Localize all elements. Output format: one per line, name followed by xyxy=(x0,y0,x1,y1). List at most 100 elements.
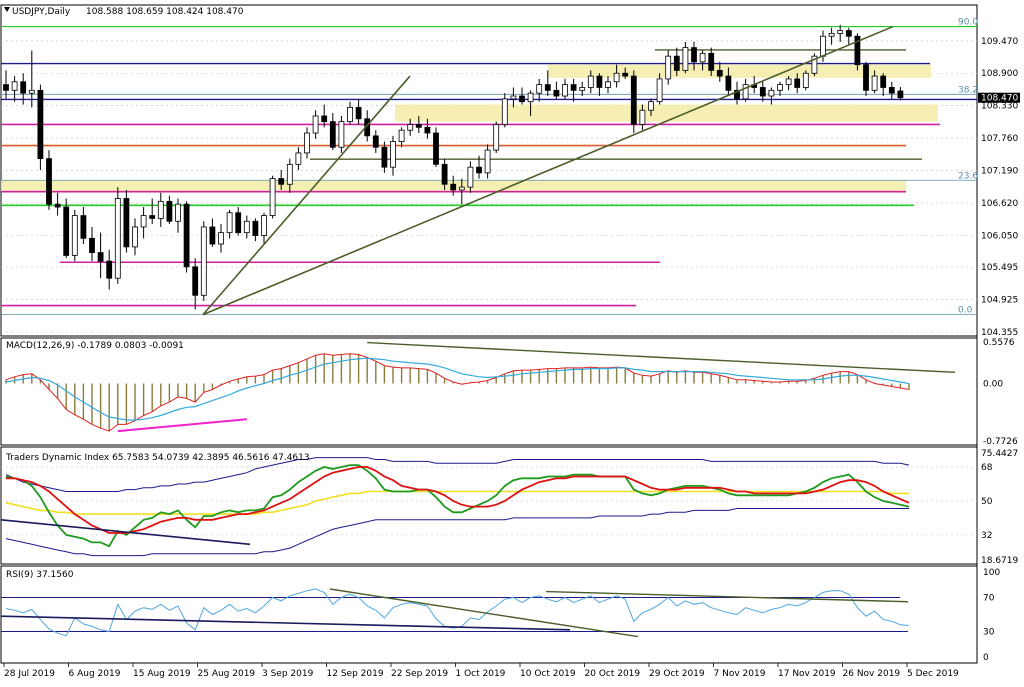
bull-candle xyxy=(501,98,508,125)
bull-candle xyxy=(286,163,293,185)
price-tick-label: 104.925 xyxy=(981,296,1018,306)
fibo-label: 0.0 xyxy=(958,306,973,316)
date-tick-label: 22 Sep 2019 xyxy=(391,669,448,679)
bear-candle xyxy=(46,158,52,205)
bear-candle xyxy=(708,52,715,71)
bear-candle xyxy=(888,87,895,94)
fibo-label: 90.0 xyxy=(958,18,978,28)
bull-candle xyxy=(871,75,878,91)
tdi-tick-label: 75.4427 xyxy=(981,449,1018,459)
bull-candle xyxy=(587,75,594,88)
date-tick-label: 25 Aug 2019 xyxy=(198,669,256,679)
fibo-label: 23.6 xyxy=(958,171,978,181)
last-price-label: 108.470 xyxy=(981,94,1018,104)
bear-candle xyxy=(544,84,551,91)
bull-candle xyxy=(390,141,396,168)
bull-candle xyxy=(802,72,809,88)
tdi-tick-label: 32 xyxy=(981,531,992,541)
bear-candle xyxy=(329,121,336,148)
price-tick-label: 109.470 xyxy=(981,37,1018,47)
date-tick-label: 3 Sep 2019 xyxy=(262,669,314,679)
bull-candle xyxy=(140,215,147,228)
bear-candle xyxy=(519,95,525,103)
bull-candle xyxy=(114,198,121,279)
bull-candle xyxy=(28,89,35,94)
bear-candle xyxy=(424,126,431,134)
date-tick-label: 6 Aug 2019 xyxy=(69,669,121,679)
bull-candle xyxy=(226,212,233,234)
tdi-tick-label: 50 xyxy=(981,497,993,507)
resistance-zone-mid xyxy=(395,104,938,122)
bear-candle xyxy=(759,87,766,97)
bear-candle xyxy=(149,215,156,219)
bull-candle xyxy=(768,89,775,97)
price-tick-label: 106.050 xyxy=(981,231,1018,241)
bear-candle xyxy=(63,206,70,256)
bull-candle xyxy=(656,78,663,103)
bull-candle xyxy=(71,215,78,256)
rsi-tick-label: 70 xyxy=(983,594,995,604)
rsi-tick-label: 0 xyxy=(983,653,989,663)
bear-candle xyxy=(725,75,732,91)
bear-candle xyxy=(794,78,801,88)
bull-candle xyxy=(11,81,18,91)
bear-candle xyxy=(123,198,130,248)
symbol-header: USDJPY,Daily 108.588 108.659 108.424 108… xyxy=(4,7,244,17)
date-tick-label: 28 Jul 2019 xyxy=(4,669,55,679)
bull-candle xyxy=(510,95,517,100)
bear-candle xyxy=(716,69,723,77)
fibo-label: 38.2 xyxy=(958,85,978,95)
bear-candle xyxy=(553,89,560,97)
bear-candle xyxy=(80,215,87,239)
bull-candle xyxy=(243,220,250,234)
price-tick-label: 108.900 xyxy=(981,69,1018,79)
bear-candle xyxy=(476,166,482,174)
bear-candle xyxy=(415,124,422,128)
bull-candle xyxy=(536,84,543,94)
tdi-tick-label: 18.6719 xyxy=(981,556,1018,566)
bear-candle xyxy=(192,266,199,296)
bear-candle xyxy=(441,163,448,185)
date-tick-label: 20 Oct 2019 xyxy=(585,669,641,679)
bull-candle xyxy=(132,226,138,248)
bear-candle xyxy=(433,132,439,165)
bull-candle xyxy=(175,203,181,222)
bull-candle xyxy=(458,186,465,191)
bull-candle xyxy=(777,84,783,91)
chart-canvas[interactable]: 90.038.223.60.0 109.470108.900108.330107… xyxy=(0,0,1024,683)
bear-candle xyxy=(622,72,629,77)
bull-candle xyxy=(682,47,689,71)
macd-tick-label: 0.5576 xyxy=(983,338,1015,348)
bear-candle xyxy=(355,106,362,120)
bull-candle xyxy=(562,84,568,97)
bear-candle xyxy=(252,220,259,236)
bull-candle xyxy=(605,81,611,88)
bear-candle xyxy=(89,237,95,253)
bear-candle xyxy=(183,203,190,268)
bear-candle xyxy=(106,260,113,279)
date-tick-label: 15 Aug 2019 xyxy=(133,669,191,679)
price-tick-label: 106.620 xyxy=(981,199,1018,209)
mt4-chart-window: 90.0 38.2 23.6 0.0 109.470 108.900 108.330 107… xyxy=(0,0,1024,683)
bear-candle xyxy=(673,55,680,71)
bear-candle xyxy=(381,146,388,168)
date-tick-label: 29 Oct 2019 xyxy=(649,669,705,679)
symbol-label: USDJPY,Daily xyxy=(12,7,71,17)
rsi-tick-label: 100 xyxy=(983,568,1000,578)
bull-candle xyxy=(295,152,302,165)
bear-candle xyxy=(570,84,577,91)
bear-candle xyxy=(450,183,457,191)
price-tick-label: 107.760 xyxy=(981,134,1018,144)
date-tick-label: 17 Nov 2019 xyxy=(778,669,836,679)
bull-candle xyxy=(312,115,319,134)
tdi-header: Traders Dynamic Index 65.7583 54.0739 42… xyxy=(5,453,310,463)
bear-candle xyxy=(897,90,904,99)
bull-candle xyxy=(648,101,654,111)
price-tick-label: 105.495 xyxy=(981,263,1018,273)
bull-candle xyxy=(269,178,276,216)
tdi-tick-label: 68 xyxy=(981,463,993,473)
bear-candle xyxy=(235,212,242,234)
bear-candle xyxy=(596,75,603,88)
bull-candle xyxy=(613,72,620,83)
ohlc-values: 108.588 108.659 108.424 108.470 xyxy=(86,7,244,17)
